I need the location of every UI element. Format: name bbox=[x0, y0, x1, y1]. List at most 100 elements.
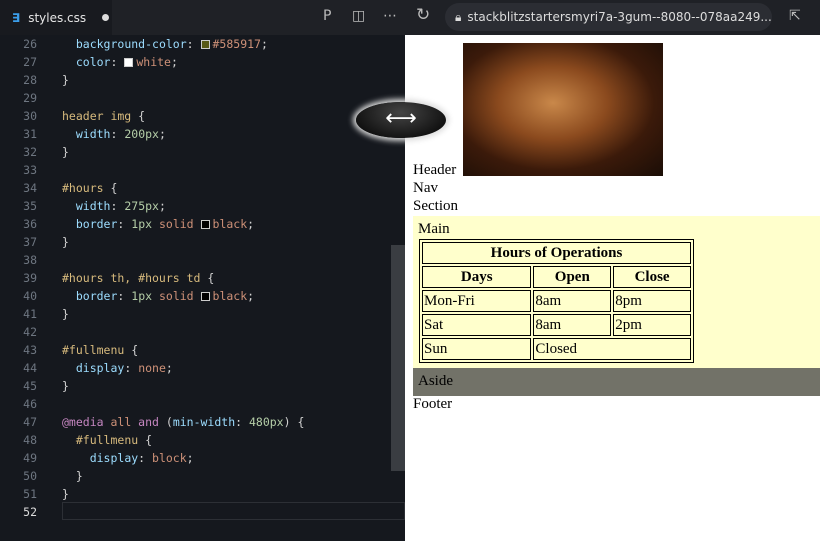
code-line[interactable]: 33 bbox=[0, 161, 405, 179]
resize-arrows-icon: ⟷ bbox=[385, 106, 417, 131]
line-number: 33 bbox=[23, 163, 37, 177]
color-swatch-icon[interactable] bbox=[200, 220, 210, 229]
code-line[interactable]: 38 bbox=[0, 251, 405, 269]
reload-icon[interactable]: ↻ bbox=[416, 5, 430, 25]
color-swatch-icon[interactable] bbox=[200, 40, 210, 49]
line-number: 37 bbox=[23, 235, 37, 249]
code-line[interactable]: 37} bbox=[0, 233, 405, 251]
table-row: Sat 8am 2pm bbox=[422, 314, 691, 336]
code-line[interactable]: 47 @media all and (min-width: 480px) { bbox=[0, 413, 405, 431]
line-number: 28 bbox=[23, 73, 37, 87]
line-number: 48 bbox=[23, 433, 37, 447]
line-number: 42 bbox=[23, 325, 37, 339]
preview-pane: Header Nav Section Main Hours of Operati… bbox=[405, 35, 820, 541]
code-line[interactable]: 52 bbox=[0, 503, 405, 521]
code-line[interactable]: 34 #hours { bbox=[0, 179, 405, 197]
code-text: border: 1px solid black; bbox=[75, 217, 255, 231]
code-line[interactable]: 31 width: 200px; bbox=[0, 125, 405, 143]
open-external-icon[interactable]: ⇱ bbox=[789, 8, 801, 24]
code-text: #hours { bbox=[62, 181, 118, 195]
code-line[interactable]: 40 border: 1px solid black; bbox=[0, 287, 405, 305]
code-text: @media all and (min-width: 480px) { bbox=[62, 415, 305, 429]
split-editor-icon[interactable]: ◫ bbox=[352, 8, 365, 24]
code-text: #hours th, #hours td { bbox=[62, 271, 215, 285]
color-swatch-icon[interactable] bbox=[124, 58, 134, 67]
main-text: Main bbox=[418, 221, 450, 237]
line-number: 40 bbox=[23, 289, 37, 303]
table-row: Sun Closed bbox=[422, 338, 691, 360]
cell: 2pm bbox=[613, 314, 691, 336]
cell: 8pm bbox=[613, 290, 691, 312]
cell: Mon-Fri bbox=[422, 290, 532, 312]
tab-styles-css[interactable]: ∃ styles.css bbox=[0, 0, 112, 35]
line-number: 50 bbox=[23, 469, 37, 483]
section-text: Section bbox=[413, 198, 458, 214]
code-line[interactable]: 27 color: white; bbox=[0, 53, 405, 71]
code-line[interactable]: 30 header img { bbox=[0, 107, 405, 125]
line-number: 49 bbox=[23, 451, 37, 465]
code-line[interactable]: 45} bbox=[0, 377, 405, 395]
aside-section: Aside bbox=[413, 368, 820, 396]
code-line[interactable]: 41} bbox=[0, 305, 405, 323]
code-line[interactable]: 39 #hours th, #hours td { bbox=[0, 269, 405, 287]
line-number: 45 bbox=[23, 379, 37, 393]
color-swatch-icon[interactable] bbox=[200, 292, 210, 301]
more-icon[interactable]: ⋯ bbox=[383, 8, 397, 24]
line-number: 47 bbox=[23, 415, 37, 429]
code-line[interactable]: 49 display: block; bbox=[0, 449, 405, 467]
line-number: 52 bbox=[23, 505, 37, 519]
cell: 8am bbox=[533, 314, 612, 336]
code-line[interactable]: 43 #fullmenu { bbox=[0, 341, 405, 359]
code-text: } bbox=[62, 73, 69, 87]
code-line[interactable]: 29 bbox=[0, 89, 405, 107]
code-line[interactable]: 48 #fullmenu { bbox=[0, 431, 405, 449]
code-text: } bbox=[62, 307, 69, 321]
code-text: } bbox=[62, 145, 69, 159]
code-text: display: none; bbox=[75, 361, 173, 375]
code-line[interactable]: 36 border: 1px solid black; bbox=[0, 215, 405, 233]
line-number: 43 bbox=[23, 343, 37, 357]
unsaved-dot-icon[interactable] bbox=[102, 14, 110, 21]
editor-scrollbar[interactable] bbox=[391, 245, 405, 471]
code-text: #fullmenu { bbox=[62, 343, 139, 357]
code-line[interactable]: 46 bbox=[0, 395, 405, 413]
code-line[interactable]: 51} bbox=[0, 485, 405, 503]
line-number: 27 bbox=[23, 55, 37, 69]
code-text: } bbox=[62, 235, 69, 249]
line-number: 34 bbox=[23, 181, 37, 195]
code-text: color: white; bbox=[75, 55, 178, 69]
line-number: 35 bbox=[23, 199, 37, 213]
line-number: 32 bbox=[23, 145, 37, 159]
table-caption: Hours of Operations bbox=[422, 242, 691, 264]
prettier-icon[interactable]: P bbox=[323, 8, 331, 24]
tab-label: styles.css bbox=[28, 10, 87, 25]
code-line[interactable]: 28} bbox=[0, 71, 405, 89]
url-bar[interactable]: 🔒︎ stackblitzstartersmyri7a-3gum--8080--… bbox=[445, 3, 772, 31]
code-line[interactable]: 42 bbox=[0, 323, 405, 341]
col-header: Open bbox=[533, 266, 612, 288]
code-editor[interactable]: 26 background-color: #585917; 27 color: w… bbox=[0, 35, 405, 541]
code-line[interactable]: 26 background-color: #585917; bbox=[0, 35, 405, 53]
code-text: border: 1px solid black; bbox=[75, 289, 255, 303]
code-text: background-color: #585917; bbox=[75, 37, 268, 51]
lock-icon: 🔒︎ bbox=[455, 9, 462, 24]
line-number: 30 bbox=[23, 109, 37, 123]
line-number: 29 bbox=[23, 91, 37, 105]
url-text: stackblitzstartersmyri7a-3gum--8080--078… bbox=[467, 10, 772, 24]
cell: Closed bbox=[533, 338, 691, 360]
nav-text: Nav bbox=[413, 180, 438, 196]
code-line[interactable]: 35 width: 275px; bbox=[0, 197, 405, 215]
code-line[interactable]: 50 } bbox=[0, 467, 405, 485]
main-section: Main Hours of Operations Days Open Close… bbox=[413, 216, 820, 368]
line-number: 38 bbox=[23, 253, 37, 267]
footer-text: Footer bbox=[413, 396, 453, 412]
table-row: Mon-Fri 8am 8pm bbox=[422, 290, 691, 312]
code-text: display: block; bbox=[89, 451, 194, 465]
code-text: } bbox=[62, 487, 69, 501]
header-text: Header bbox=[413, 162, 457, 178]
code-line[interactable]: 44 display: none; bbox=[0, 359, 405, 377]
top-bar: ∃ styles.css P ◫ ⋯ ↻ 🔒︎ stackblitzstarte… bbox=[0, 0, 820, 35]
line-number: 36 bbox=[23, 217, 37, 231]
resize-handle[interactable]: ⟷ bbox=[356, 102, 446, 138]
code-line[interactable]: 32} bbox=[0, 143, 405, 161]
